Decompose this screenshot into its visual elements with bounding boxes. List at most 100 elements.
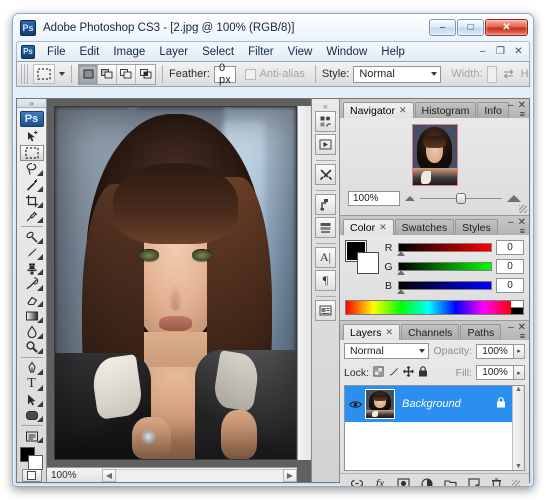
table-row[interactable]: Background bbox=[345, 386, 524, 422]
paragraph-panel-icon[interactable]: ¶ bbox=[315, 270, 336, 291]
menu-item-select[interactable]: Select bbox=[195, 44, 241, 60]
dock-expand-handle[interactable]: « bbox=[312, 101, 339, 111]
eraser-tool[interactable] bbox=[20, 292, 44, 308]
lock-transparent-pixels-icon[interactable] bbox=[373, 366, 384, 380]
magic-wand-tool[interactable] bbox=[20, 177, 44, 193]
navigator-slider-knob[interactable] bbox=[456, 193, 466, 204]
animation-panel-icon[interactable] bbox=[315, 134, 336, 155]
move-tool[interactable] bbox=[20, 129, 44, 145]
color-minimize-icon[interactable]: – bbox=[508, 217, 514, 228]
tab-color[interactable]: Color ✕ bbox=[343, 219, 394, 235]
link-layers-icon[interactable] bbox=[349, 476, 365, 486]
layer-style-icon[interactable]: fx bbox=[372, 476, 388, 486]
maximize-window-button[interactable]: □ bbox=[457, 19, 484, 36]
image-canvas[interactable] bbox=[54, 106, 297, 460]
notes-panel-icon[interactable] bbox=[315, 300, 336, 321]
width-input[interactable] bbox=[486, 65, 497, 83]
navigator-zoom-input[interactable]: 100% bbox=[348, 191, 400, 206]
horizontal-scroll-track[interactable] bbox=[116, 468, 283, 482]
menu-item-window[interactable]: Window bbox=[319, 44, 374, 60]
menu-item-file[interactable]: File bbox=[40, 44, 73, 60]
menu-item-image[interactable]: Image bbox=[106, 44, 152, 60]
history-brush-tool[interactable] bbox=[20, 276, 44, 292]
channel-r-value[interactable]: 0 bbox=[496, 240, 524, 255]
tab-histogram[interactable]: Histogram bbox=[414, 102, 477, 118]
document-zoom-level[interactable]: 100% bbox=[51, 470, 77, 481]
delete-layer-icon[interactable] bbox=[489, 476, 505, 486]
new-group-icon[interactable] bbox=[442, 476, 458, 486]
add-to-selection-button[interactable] bbox=[98, 64, 117, 84]
channel-b-slider[interactable] bbox=[397, 280, 492, 294]
feather-input[interactable]: 0 px bbox=[213, 62, 236, 86]
tab-channels[interactable]: Channels bbox=[401, 324, 460, 340]
menu-item-edit[interactable]: Edit bbox=[73, 44, 107, 60]
minimize-window-button[interactable]: – bbox=[429, 19, 456, 36]
toolbox-collapse-handle[interactable]: » bbox=[17, 99, 46, 108]
tab-paths[interactable]: Paths bbox=[460, 324, 502, 340]
navigator-thumbnail[interactable] bbox=[411, 124, 458, 186]
tab-styles[interactable]: Styles bbox=[455, 219, 498, 235]
navigator-panel-menu-icon[interactable]: ≡ bbox=[520, 109, 525, 119]
lasso-tool[interactable] bbox=[20, 161, 44, 177]
gradient-tool[interactable] bbox=[20, 308, 44, 324]
intersect-selection-button[interactable] bbox=[136, 64, 155, 84]
channel-r-slider[interactable] bbox=[397, 242, 492, 256]
tool-preset-picker[interactable] bbox=[33, 64, 55, 84]
crop-tool[interactable] bbox=[20, 193, 44, 209]
layers-resize-grip[interactable] bbox=[512, 479, 521, 486]
document-vertical-scrollbar[interactable] bbox=[297, 106, 311, 460]
tab-navigator[interactable]: Navigator ✕ bbox=[343, 102, 414, 118]
adjustment-layer-icon[interactable] bbox=[419, 476, 435, 486]
type-tool[interactable]: T bbox=[20, 376, 44, 392]
tool-preset-dropdown-arrow[interactable] bbox=[59, 72, 65, 76]
eyedropper-tool[interactable] bbox=[20, 209, 44, 225]
tab-color-close-icon[interactable]: ✕ bbox=[379, 222, 387, 233]
tab-navigator-close-icon[interactable]: ✕ bbox=[399, 105, 407, 116]
new-layer-icon[interactable] bbox=[466, 476, 482, 486]
navigator-resize-grip[interactable] bbox=[519, 205, 527, 213]
anti-alias-checkbox[interactable] bbox=[244, 68, 256, 80]
color-spectrum-ramp[interactable] bbox=[345, 300, 524, 315]
document-system-menu-icon[interactable]: Ps bbox=[21, 44, 35, 59]
rectangular-marquee-tool[interactable] bbox=[19, 144, 44, 162]
notes-tool[interactable] bbox=[20, 428, 44, 444]
layers-scroll-up-arrow[interactable]: ▲ bbox=[515, 386, 522, 393]
layers-minimize-icon[interactable]: – bbox=[508, 322, 514, 333]
subtract-from-selection-button[interactable] bbox=[117, 64, 136, 84]
tab-swatches[interactable]: Swatches bbox=[394, 219, 455, 235]
dodge-tool[interactable] bbox=[20, 340, 44, 356]
layer-name[interactable]: Background bbox=[402, 398, 461, 410]
screen-mode-button[interactable] bbox=[21, 468, 42, 483]
navigator-zoom-slider[interactable] bbox=[420, 193, 502, 204]
background-color-swatch[interactable] bbox=[27, 455, 43, 471]
pen-tool[interactable] bbox=[20, 360, 44, 376]
channel-g-knob[interactable] bbox=[397, 269, 405, 275]
lock-all-icon[interactable] bbox=[418, 365, 428, 380]
color-panel-menu-icon[interactable]: ≡ bbox=[520, 226, 525, 236]
menu-item-filter[interactable]: Filter bbox=[241, 44, 281, 60]
tab-layers-close-icon[interactable]: ✕ bbox=[386, 327, 394, 338]
color-background-swatch[interactable] bbox=[357, 252, 379, 274]
layer-comps-panel-icon[interactable] bbox=[315, 217, 336, 238]
navigator-thumbnail-area[interactable] bbox=[344, 120, 525, 189]
tab-info[interactable]: Info bbox=[477, 102, 509, 118]
lock-position-icon[interactable] bbox=[403, 365, 414, 380]
channel-b-knob[interactable] bbox=[397, 288, 405, 294]
menu-item-help[interactable]: Help bbox=[374, 44, 412, 60]
channel-r-knob[interactable] bbox=[397, 250, 405, 256]
close-window-button[interactable]: ✕ bbox=[485, 19, 528, 36]
healing-brush-tool[interactable] bbox=[20, 229, 44, 245]
scroll-right-arrow[interactable]: ▶ bbox=[283, 468, 297, 482]
blend-mode-select[interactable]: Normal bbox=[344, 343, 430, 359]
brushes-panel-icon[interactable] bbox=[315, 111, 336, 132]
tool-presets-panel-icon[interactable] bbox=[315, 164, 336, 185]
navigator-minimize-icon[interactable]: – bbox=[508, 100, 514, 111]
scroll-left-arrow[interactable]: ◀ bbox=[102, 468, 116, 482]
character-panel-icon[interactable]: A| bbox=[315, 247, 336, 268]
menu-item-view[interactable]: View bbox=[281, 44, 320, 60]
style-select[interactable]: Normal bbox=[353, 65, 442, 83]
blur-tool[interactable] bbox=[20, 324, 44, 340]
layer-visibility-icon[interactable] bbox=[345, 400, 365, 409]
layer-thumbnail[interactable] bbox=[365, 389, 395, 419]
channel-b-value[interactable]: 0 bbox=[496, 278, 524, 293]
